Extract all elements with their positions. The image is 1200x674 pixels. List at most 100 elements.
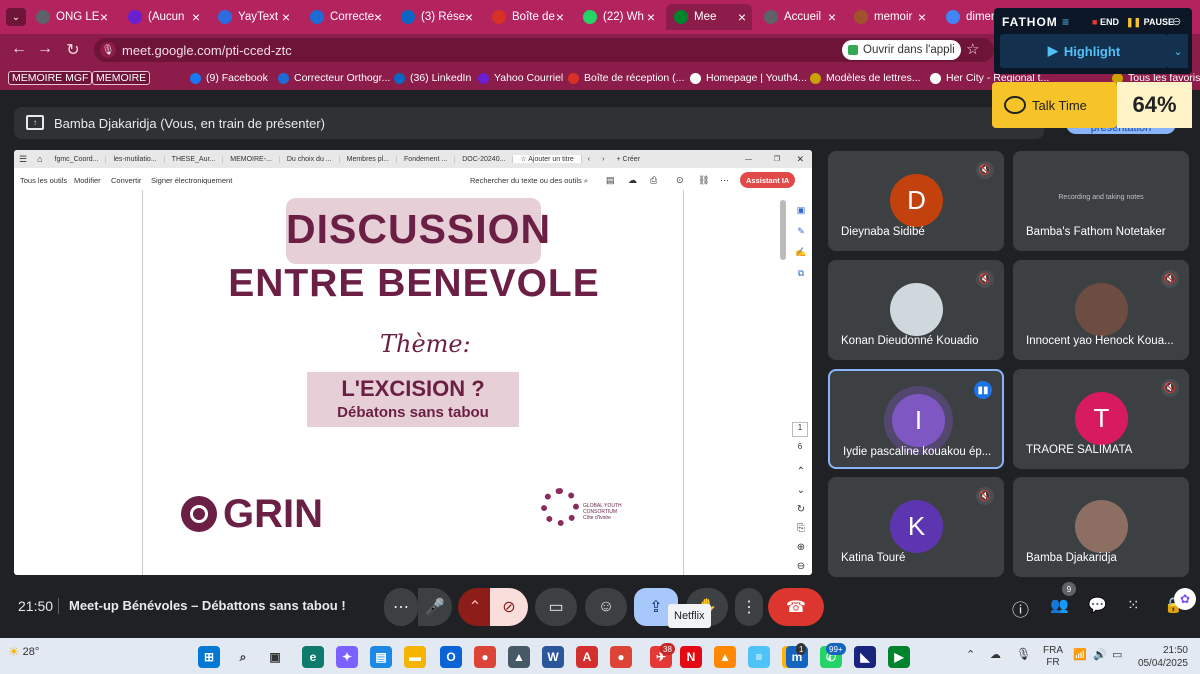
store-icon[interactable]: ▤ (370, 646, 392, 668)
participant-tile[interactable]: Recording and taking notes Bamba's Fathom… (1013, 151, 1189, 251)
forward-arrow-icon[interactable]: → (34, 40, 56, 58)
bookmark-star-icon[interactable]: ☆ (966, 40, 979, 58)
bookmark-item[interactable]: MEMOIRE (92, 70, 151, 86)
activities-icon[interactable]: ⁙ (1127, 596, 1140, 614)
tool-sign[interactable]: Signer électroniquement (151, 176, 232, 185)
reload-icon[interactable]: ↻ (62, 40, 84, 60)
bookmark-item[interactable]: MEMOIRE MGF (8, 70, 93, 86)
highlight-dropdown-icon[interactable]: ⌄ (1168, 34, 1188, 68)
more-reactions-icon[interactable]: ⋯ (384, 588, 418, 626)
close-tab-icon[interactable]: × (738, 9, 746, 25)
participant-tile[interactable]: Konan Dieudonné Kouadio 🔇 (828, 260, 1004, 360)
cloud-icon[interactable]: ☁ (990, 648, 1001, 661)
acrobat-icon[interactable]: A (576, 646, 598, 668)
pdf-document-tab[interactable]: Du choix du ... (280, 155, 340, 163)
pdf-document-tab[interactable]: Fondement ... (397, 155, 456, 163)
copilot-icon[interactable]: ✦ (336, 646, 358, 668)
battery-icon[interactable]: ▭ (1112, 648, 1122, 661)
participant-tile[interactable]: T TRAORE SALIMATA 🔇 (1013, 369, 1189, 469)
browser-tab[interactable]: YayText × (210, 4, 296, 30)
pdf-add-title[interactable]: ☆ Ajouter un titre (513, 155, 582, 163)
camera-options-chevron-icon[interactable]: ⌃ (458, 588, 492, 626)
zoom-in-icon[interactable]: ⊕ (792, 538, 810, 557)
browser-tab[interactable]: (22) Wh × (575, 4, 661, 30)
fathom-minimize-icon[interactable]: ⊖ (1172, 15, 1181, 28)
browser-tab[interactable]: dimens (938, 4, 994, 30)
tool-modify[interactable]: Modifier (74, 176, 101, 185)
bookmark-item[interactable]: Boîte de réception (... (568, 70, 684, 86)
zoom-out-icon[interactable]: ⊖ (792, 557, 810, 575)
bookmark-item[interactable]: Modèles de lettres... (810, 70, 921, 86)
chrome-profile-icon[interactable]: ● (610, 646, 632, 668)
link-icon[interactable]: ⛓ (698, 175, 709, 186)
site-info-icon[interactable]: 🎙 (100, 42, 116, 58)
participant-tile[interactable]: I Iydie pascaline kouakou ép... ▮▮ (828, 369, 1004, 469)
more-options-icon[interactable]: ⋮ (735, 588, 763, 626)
file-explorer-icon[interactable]: ▬ (404, 646, 426, 668)
browser-tab[interactable]: (3) Rése × (393, 4, 479, 30)
bookmark-item[interactable]: (9) Facebook (190, 70, 268, 86)
participant-tile[interactable]: D Dieynaba Sidibé 🔇 (828, 151, 1004, 251)
volume-icon[interactable]: 🔊 (1093, 648, 1107, 661)
close-tab-icon[interactable]: × (647, 9, 655, 25)
close-tab-icon[interactable]: × (828, 9, 836, 25)
pdf-document-tab[interactable]: MEMOIRE-... (223, 155, 280, 163)
back-arrow-icon[interactable]: ← (8, 40, 30, 58)
save-icon[interactable]: ▤ (606, 175, 615, 186)
close-tab-icon[interactable]: × (918, 9, 926, 25)
bookmark-item[interactable]: Correcteur Orthogr... (278, 70, 390, 86)
fathom-pause-button[interactable]: ❚❚ PAUSE (1126, 17, 1174, 28)
comment-icon[interactable]: ✎ (792, 221, 810, 242)
edge-icon[interactable]: e (302, 646, 324, 668)
ai-assistant-button[interactable]: Assistant IA (740, 172, 796, 188)
participant-tile[interactable]: Innocent yao Henock Koua... 🔇 (1013, 260, 1189, 360)
mic-tray-icon[interactable]: 🎙 (1016, 647, 1031, 661)
chrome-icon[interactable]: ● (474, 646, 496, 668)
show-hidden-icons[interactable]: ⌃ (966, 648, 975, 661)
fathom-end-button[interactable]: ■ END (1092, 17, 1119, 27)
leave-call-icon[interactable]: ☎ (768, 588, 824, 626)
language-indicator[interactable]: FRA FR (1043, 645, 1063, 669)
tool-all-tools[interactable]: Tous les outils (20, 176, 67, 185)
pdf-document-tab[interactable]: THESE_Aur... (165, 155, 224, 163)
outlook-icon[interactable]: O (440, 646, 462, 668)
pdf-document-tab[interactable]: Membres pl... (340, 155, 398, 163)
captions-icon[interactable]: ▭ (535, 588, 577, 626)
browser-tab[interactable]: Correcte × (302, 4, 388, 30)
pdf-create-button[interactable]: + Créer (610, 156, 646, 163)
pdf-search-input[interactable]: Rechercher du texte ou des outils ⌕ (470, 176, 588, 186)
tab-left-arrow-icon[interactable]: ‹ (582, 156, 596, 163)
app-icon[interactable]: ▲ (508, 646, 530, 668)
bookmark-item[interactable]: (36) LinkedIn (394, 70, 471, 86)
close-tab-icon[interactable]: × (374, 9, 382, 25)
meet-icon[interactable]: ▶ (888, 646, 910, 668)
bookmark-panel-icon[interactable]: ▣ (792, 200, 810, 221)
pdf-document-tab[interactable]: fgmc_Coord... (48, 155, 107, 163)
bookmark-item[interactable]: Yahoo Courriel (478, 70, 563, 86)
pdf-document-tab[interactable]: DOC-20240... (455, 155, 514, 163)
extension-icon[interactable]: ✿ (1174, 588, 1196, 610)
close-tab-icon[interactable]: × (282, 9, 290, 25)
search-text-icon[interactable]: ⊙ (676, 175, 684, 186)
browser-tab[interactable]: Accueil × (756, 4, 842, 30)
organize-icon[interactable]: ⧉ (792, 263, 810, 284)
highlight-button[interactable]: ▶ Highlight (1000, 34, 1168, 68)
fill-sign-icon[interactable]: ✍ (792, 242, 810, 263)
tool-convert[interactable]: Convertir (111, 176, 141, 185)
upload-icon[interactable]: ☁ (628, 175, 637, 186)
netflix-icon[interactable]: N (680, 646, 702, 668)
pdf-document-tab[interactable]: les-mutilatio... (106, 155, 165, 163)
close-tab-icon[interactable]: × (192, 9, 200, 25)
emoji-icon[interactable]: ☺ (585, 588, 627, 626)
close-tab-icon[interactable]: × (100, 9, 108, 25)
home-icon[interactable]: ⌂ (32, 154, 47, 164)
browser-tab[interactable]: ONG LE × (28, 4, 114, 30)
more-options-icon[interactable]: ⋯ (720, 175, 729, 186)
browser-tab[interactable]: memoir × (846, 4, 932, 30)
browser-tab[interactable]: Mee × (666, 4, 752, 30)
tab-right-arrow-icon[interactable]: › (596, 156, 610, 163)
app-icon-2[interactable]: ◣ (854, 646, 876, 668)
browser-tab[interactable]: Boîte de × (484, 4, 570, 30)
close-tab-icon[interactable]: × (465, 9, 473, 25)
copy-icon[interactable]: ⎘ (792, 519, 810, 538)
